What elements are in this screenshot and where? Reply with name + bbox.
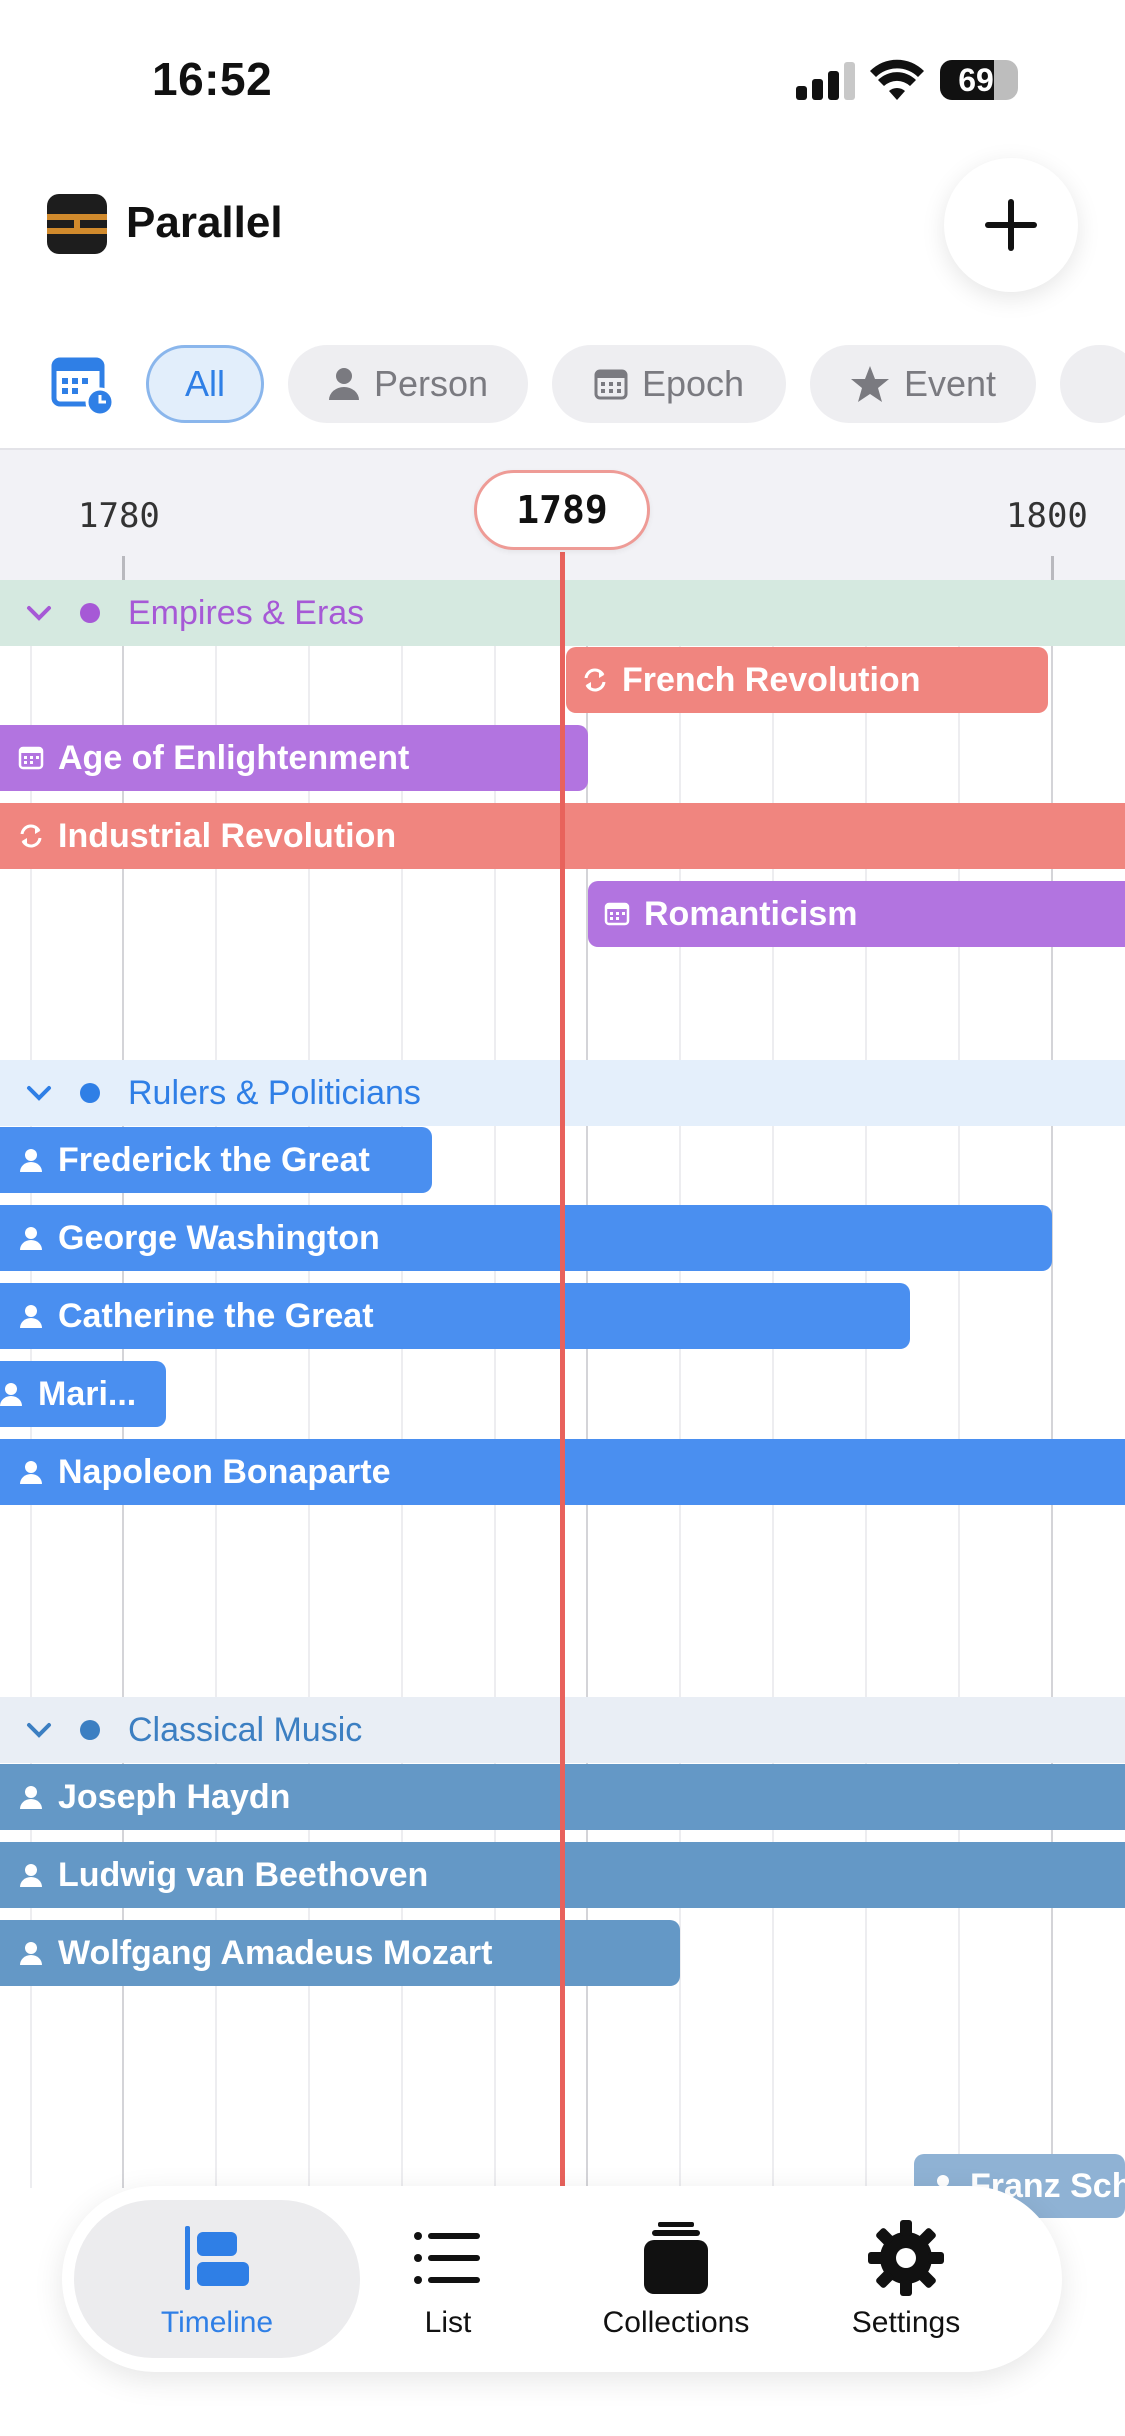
group-color-dot (80, 1720, 100, 1740)
gear-icon (868, 2220, 944, 2296)
filter-chip-label: All (184, 363, 225, 404)
chevron-down-icon (27, 606, 51, 621)
timeline-bar-mari[interactable]: Mari... (0, 1361, 166, 1427)
group-title: Empires & Eras (128, 593, 365, 632)
tab-settings[interactable]: Settings (796, 2200, 1016, 2358)
bar-label: George Washington (58, 1218, 380, 1257)
person-icon (20, 1149, 42, 1172)
chevron-down-icon (27, 1086, 51, 1101)
calendar-icon (604, 902, 630, 926)
filter-chip-person[interactable]: Person (288, 345, 528, 423)
plus-icon (985, 199, 1037, 251)
timeline-bar-age-of-enlightenment[interactable]: Age of Enlightenment (0, 725, 588, 791)
person-icon (20, 1864, 42, 1887)
status-time: 16:52 (152, 53, 273, 105)
collections-icon (644, 2222, 708, 2294)
bar-label: Romanticism (644, 894, 858, 933)
person-icon (20, 1786, 42, 1809)
calendar-picker-icon[interactable] (50, 352, 116, 418)
tick-label-1800: 1800 (1006, 496, 1088, 536)
filter-chip-label: Epoch (641, 363, 745, 404)
tab-timeline[interactable]: Timeline (74, 2200, 360, 2358)
tab-label: Timeline (160, 2306, 274, 2339)
tab-list[interactable]: List (338, 2200, 558, 2358)
group-color-dot (80, 1083, 100, 1103)
calendar-icon (594, 369, 628, 400)
bar-label: Joseph Haydn (58, 1777, 291, 1816)
star-icon (850, 366, 889, 402)
calendar-icon (18, 746, 44, 770)
group-title: Classical Music (128, 1710, 363, 1749)
bar-label: Catherine the Great (58, 1296, 374, 1335)
timeline-bar-wolfgang-amadeus-mozart[interactable]: Wolfgang Amadeus Mozart (0, 1920, 680, 1986)
tab-label: List (424, 2306, 472, 2339)
bar-label: French Revolution (622, 660, 921, 699)
app-logo (47, 194, 107, 254)
person-icon (20, 1942, 42, 1965)
timeline-bar-george-washington[interactable]: George Washington (0, 1205, 1052, 1271)
timeline-bar-catherine-the-great[interactable]: Catherine the Great (0, 1283, 910, 1349)
bar-label: Ludwig van Beethoven (58, 1855, 429, 1894)
tab-collections[interactable]: Collections (566, 2200, 786, 2358)
add-button[interactable] (944, 158, 1078, 292)
timeline-bar-romanticism[interactable]: Romanticism (588, 881, 1125, 947)
bar-label: Frederick the Great (58, 1140, 370, 1179)
person-icon (20, 1227, 42, 1250)
filter-chip-all[interactable]: All (146, 345, 264, 423)
filter-chip-epoch[interactable]: Epoch (552, 345, 786, 423)
person-icon (20, 1305, 42, 1328)
cellular-signal-icon (796, 62, 858, 100)
timeline-bar-frederick-the-great[interactable]: Frederick the Great (0, 1127, 432, 1193)
bar-label: Industrial Revolution (58, 816, 397, 855)
bar-label: Wolfgang Amadeus Mozart (58, 1933, 493, 1972)
current-year-marker[interactable]: 1789 (474, 470, 650, 550)
chevron-down-icon (27, 1723, 51, 1738)
list-icon (414, 2232, 480, 2284)
current-year-line (560, 552, 565, 2188)
bar-label: Napoleon Bonaparte (58, 1452, 391, 1491)
group-title: Rulers & Politicians (128, 1073, 421, 1112)
tab-label: Settings (851, 2306, 961, 2339)
cycle-icon (584, 668, 606, 692)
bar-label: Mari... (38, 1374, 137, 1413)
person-icon (328, 368, 359, 400)
timeline-bar-french-revolution[interactable]: French Revolution (566, 647, 1048, 713)
timeline-icon (185, 2226, 249, 2290)
person-icon (0, 1383, 22, 1406)
filter-chip-label: Person (373, 363, 489, 404)
person-icon (20, 1461, 42, 1484)
filter-chip-label: Event (903, 363, 997, 404)
group-color-dot (80, 603, 100, 623)
app-title: Parallel (126, 198, 283, 247)
tick-mark (1051, 556, 1054, 580)
filter-chip-event[interactable]: Event (810, 345, 1036, 423)
tick-mark (122, 556, 125, 580)
bar-label: Age of Enlightenment (58, 738, 410, 777)
tick-label-1780: 1780 (78, 496, 160, 536)
cycle-icon (20, 824, 42, 848)
filter-chip-more[interactable] (1060, 345, 1125, 423)
battery-level: 69 (958, 61, 994, 98)
tab-label: Collections (602, 2306, 750, 2339)
wifi-icon (870, 59, 924, 100)
battery-indicator: 69 (940, 60, 1018, 100)
